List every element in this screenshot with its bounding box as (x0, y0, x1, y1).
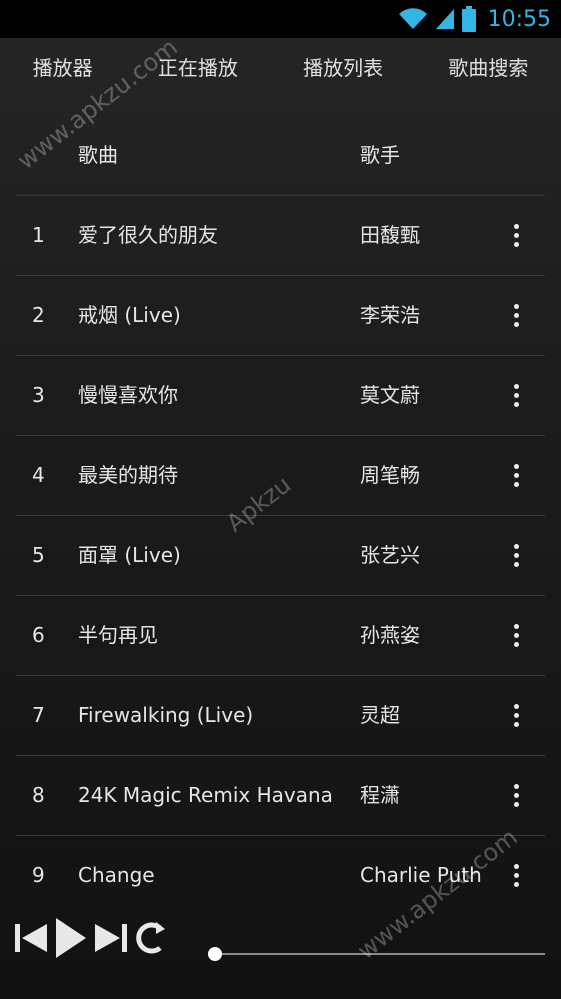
track-number: 7 (32, 703, 45, 727)
track-number: 4 (32, 463, 45, 487)
track-title: 戒烟 (Live) (78, 303, 181, 327)
list-item[interactable]: 5 面罩 (Live) 张艺兴 (16, 516, 545, 596)
list-item[interactable]: 6 半句再见 孙燕姿 (16, 596, 545, 676)
track-title: 最美的期待 (78, 463, 178, 487)
track-artist: 田馥甄 (360, 223, 420, 247)
more-vert-icon[interactable] (506, 196, 526, 275)
track-artist: 莫文蔚 (360, 383, 420, 407)
tab-bar: 播放器 正在播放 播放列表 歌曲搜索 (0, 38, 561, 94)
list-header: 歌曲 歌手 (16, 116, 545, 196)
list-item[interactable]: 3 慢慢喜欢你 莫文蔚 (16, 356, 545, 436)
next-icon[interactable] (94, 920, 128, 956)
list-item[interactable]: 1 爱了很久的朋友 田馥甄 (16, 196, 545, 276)
track-artist: 李荣浩 (360, 303, 420, 327)
status-clock: 10:55 (487, 6, 551, 32)
tab-player[interactable]: 播放器 (29, 46, 97, 87)
track-title: 爱了很久的朋友 (78, 223, 218, 247)
wifi-icon (398, 8, 427, 30)
more-vert-icon[interactable] (506, 356, 526, 435)
song-list: 歌曲 歌手 1 爱了很久的朋友 田馥甄 2 戒烟 (Live) 李荣浩 3 慢慢… (16, 116, 545, 915)
playback-controls (14, 916, 166, 960)
more-vert-icon[interactable] (506, 596, 526, 675)
status-icons: 10:55 (398, 4, 551, 34)
play-icon[interactable] (54, 916, 88, 960)
more-vert-icon[interactable] (506, 276, 526, 355)
more-vert-icon[interactable] (506, 676, 526, 755)
seek-thumb[interactable] (208, 947, 222, 961)
track-number: 6 (32, 623, 45, 647)
track-number: 1 (32, 223, 45, 247)
list-item[interactable]: 7 Firewalking (Live) 灵超 (16, 676, 545, 756)
track-number: 3 (32, 383, 45, 407)
track-title: Firewalking (Live) (78, 703, 254, 727)
track-artist: 张艺兴 (360, 543, 420, 567)
more-vert-icon[interactable] (506, 756, 526, 835)
track-artist: 程潇 (360, 783, 400, 807)
track-artist: 灵超 (360, 703, 400, 727)
track-number: 2 (32, 303, 45, 327)
header-artist: 歌手 (360, 143, 400, 167)
more-vert-icon[interactable] (506, 516, 526, 595)
track-title: 面罩 (Live) (78, 543, 181, 567)
list-item[interactable]: 8 24K Magic Remix Havana 程潇 (16, 756, 545, 836)
tab-playlist[interactable]: 播放列表 (299, 46, 387, 87)
more-vert-icon[interactable] (506, 436, 526, 515)
status-bar: 10:55 (0, 0, 561, 38)
track-title: 24K Magic Remix Havana (78, 783, 333, 807)
list-item[interactable]: 2 戒烟 (Live) 李荣浩 (16, 276, 545, 356)
signal-icon (435, 9, 454, 29)
track-title: 半句再见 (78, 623, 158, 647)
repeat-icon[interactable] (134, 920, 166, 956)
previous-icon[interactable] (14, 920, 48, 956)
player-bar (0, 900, 561, 999)
track-number: 5 (32, 543, 45, 567)
track-artist: 周笔畅 (360, 463, 420, 487)
track-number: 8 (32, 783, 45, 807)
track-artist: 孙燕姿 (360, 623, 420, 647)
battery-icon (461, 6, 476, 32)
tab-song-search[interactable]: 歌曲搜索 (444, 46, 532, 87)
track-title: 慢慢喜欢你 (78, 383, 178, 407)
